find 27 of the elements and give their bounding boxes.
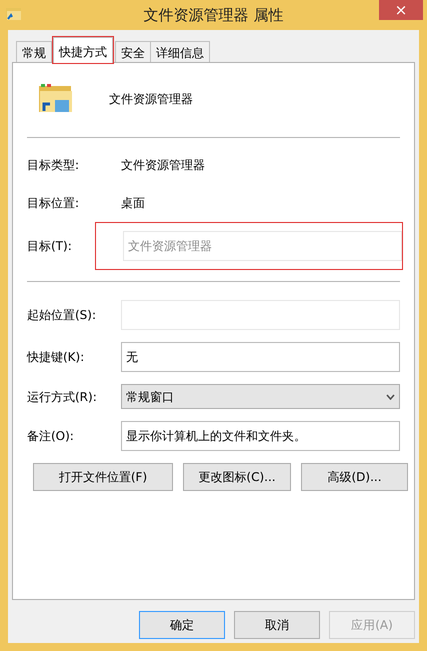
caret-icon [386,394,395,400]
dialog-button[interactable]: 确定 [139,611,225,639]
field-label: 起始位置(S): [27,307,98,324]
shortcut-folder-icon [39,84,73,114]
input-field[interactable]: 无 [121,342,400,372]
shortcut-name: 文件资源管理器 [109,91,193,108]
action-button[interactable]: 打开文件位置(F) [33,463,173,491]
dialog-button[interactable]: 取消 [234,611,320,639]
close-button[interactable]: × [379,0,423,20]
run-mode-dropdown[interactable]: 常规窗口 [121,384,400,409]
folder-icon [6,7,22,21]
field-label: 运行方式(R): [27,388,98,406]
field-value: 桌面 [121,195,145,212]
tab[interactable]: 安全 [115,41,151,62]
action-button[interactable]: 高级(D)... [301,463,408,491]
action-button[interactable]: 更改图标(C)... [183,463,291,491]
field-value: 文件资源管理器 [121,157,205,174]
tab[interactable]: 快捷方式 [53,37,113,63]
field-label: 备注(O): [27,428,75,445]
tab[interactable]: 详细信息 [150,41,210,62]
tab[interactable]: 常规 [16,41,52,62]
field-label: 目标类型: [27,157,80,174]
field-label: 快捷键(K): [27,349,86,366]
field-label: 目标(T): [27,238,73,255]
field-label: 目标位置: [27,195,80,212]
input-field[interactable]: 显示你计算机上的文件和文件夹。 [121,421,400,451]
window-title: 文件资源管理器 属性 [144,4,284,26]
